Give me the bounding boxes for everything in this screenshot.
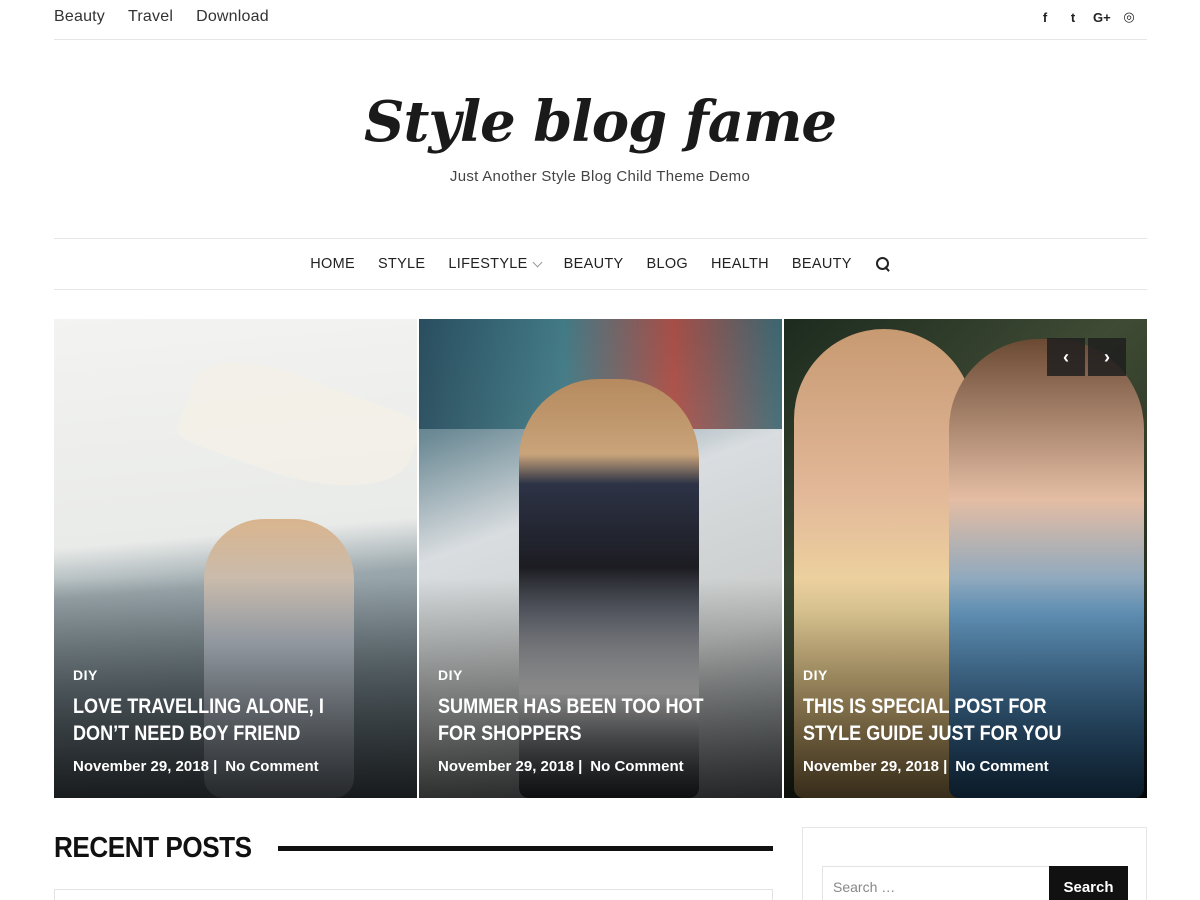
top-bar: Beauty Travel Download f t G+ ◎ (54, 0, 1147, 40)
site-title[interactable]: Style blog fame (0, 82, 1200, 162)
slide-2[interactable]: DIY SUMMER HAS BEEN TOO HOT FOR SHOPPERS… (419, 319, 782, 798)
slide-comments[interactable]: No Comment (955, 758, 1048, 775)
slide-1[interactable]: DIY LOVE TRAVELLING ALONE, I DON’T NEED … (54, 319, 417, 798)
top-link-beauty[interactable]: Beauty (54, 8, 105, 26)
chevron-down-icon (532, 257, 543, 267)
nav-health-label: HEALTH (710, 256, 769, 272)
search-input[interactable]: Search … (822, 866, 1050, 900)
nav-blog[interactable]: BLOG (646, 256, 688, 272)
slide-category[interactable]: DIY (73, 667, 98, 683)
search-widget: Search … Search (802, 827, 1147, 900)
slide-category[interactable]: DIY (803, 667, 828, 683)
main-navigation: HOME STYLE LIFESTYLE BEAUTY BLOG HEALTH … (54, 238, 1147, 290)
recent-posts-header: RECENT POSTS (54, 828, 773, 868)
slide-date: November 29, 2018 | (803, 758, 948, 775)
facebook-icon[interactable]: f (1037, 10, 1053, 25)
google-plus-icon[interactable]: G+ (1093, 10, 1111, 25)
nav-home-label: HOME (310, 256, 355, 272)
nav-style-label: STYLE (377, 256, 426, 272)
slide-comments[interactable]: No Comment (225, 758, 318, 775)
slide-3[interactable]: DIY THIS IS SPECIAL POST FOR STYLE GUIDE… (784, 319, 1147, 798)
nav-health[interactable]: HEALTH (711, 256, 769, 272)
nav-home[interactable]: HOME (310, 256, 355, 272)
nav-style[interactable]: STYLE (378, 256, 425, 272)
site-tagline: Just Another Style Blog Child Theme Demo (449, 168, 751, 185)
post-card (54, 889, 773, 900)
slide-date: November 29, 2018 | (438, 758, 583, 775)
social-links: f t G+ ◎ (1037, 9, 1137, 25)
slide-meta: November 29, 2018 | No Comment (73, 758, 319, 775)
slide-meta: November 29, 2018 | No Comment (803, 758, 1049, 775)
slide-category[interactable]: DIY (438, 667, 463, 683)
slide-date: November 29, 2018 | (73, 758, 218, 775)
featured-slider: DIY LOVE TRAVELLING ALONE, I DON’T NEED … (54, 319, 1147, 798)
site-branding: Style blog fame Just Another Style Blog … (0, 82, 1200, 185)
nav-beauty-2-label: BEAUTY (791, 256, 852, 272)
nav-beauty-2[interactable]: BEAUTY (792, 256, 852, 272)
nav-beauty[interactable]: BEAUTY (564, 256, 624, 272)
top-navigation: Beauty Travel Download (54, 8, 269, 26)
slider-prev-button[interactable]: ‹ (1047, 338, 1085, 376)
slider-arrows: ‹ › (1047, 338, 1126, 376)
instagram-icon[interactable]: ◎ (1121, 9, 1137, 25)
top-link-download[interactable]: Download (196, 8, 269, 26)
search-icon[interactable] (875, 256, 891, 272)
slide-title[interactable]: SUMMER HAS BEEN TOO HOT FOR SHOPPERS (438, 693, 722, 747)
slide-title[interactable]: LOVE TRAVELLING ALONE, I DON’T NEED BOY … (73, 693, 357, 747)
slide-meta: November 29, 2018 | No Comment (438, 758, 684, 775)
recent-posts-title: RECENT POSTS (54, 831, 252, 864)
search-button[interactable]: Search (1049, 866, 1128, 900)
nav-lifestyle-label: LIFESTYLE (448, 256, 528, 272)
slide-title[interactable]: THIS IS SPECIAL POST FOR STYLE GUIDE JUS… (803, 693, 1087, 747)
nav-beauty-label: BEAUTY (563, 256, 624, 272)
top-link-travel[interactable]: Travel (128, 8, 173, 26)
slider-next-button[interactable]: › (1088, 338, 1126, 376)
slide-comments[interactable]: No Comment (590, 758, 683, 775)
twitter-icon[interactable]: t (1065, 10, 1081, 25)
heading-rule (277, 845, 773, 851)
nav-blog-label: BLOG (646, 256, 688, 272)
nav-lifestyle[interactable]: LIFESTYLE (448, 256, 543, 272)
